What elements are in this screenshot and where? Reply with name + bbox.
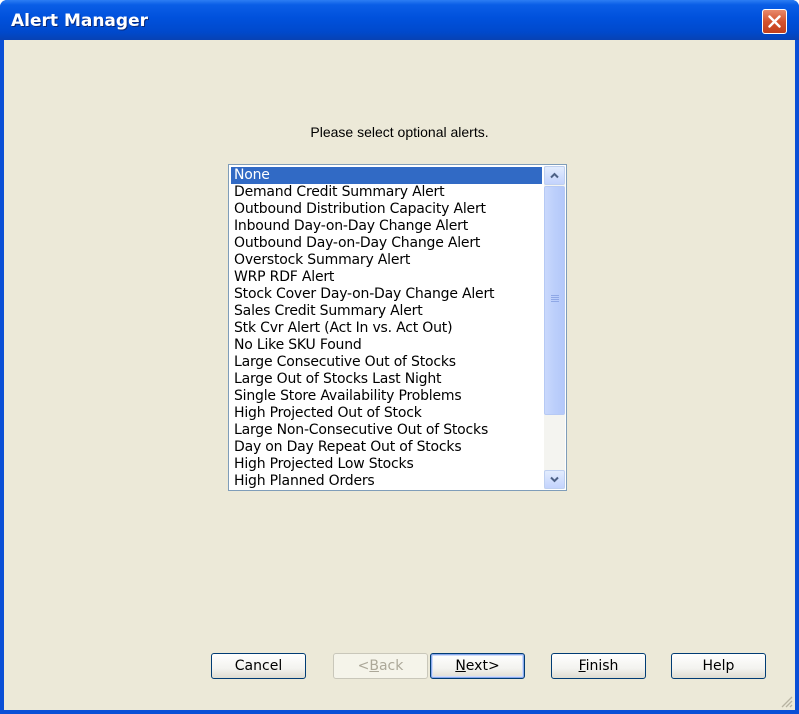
list-item[interactable]: No Like SKU Found <box>231 337 542 354</box>
next-mnemonic: N <box>455 658 466 674</box>
list-item[interactable]: High Projected Out of Stock <box>231 405 542 422</box>
list-item[interactable]: Large Out of Stocks Last Night <box>231 371 542 388</box>
title-bar[interactable]: Alert Manager <box>0 0 799 40</box>
alert-manager-window: Alert Manager Please select optional ale… <box>0 0 799 714</box>
prompt-text: Please select optional alerts. <box>310 124 489 140</box>
list-item[interactable]: None <box>231 167 542 184</box>
close-icon <box>768 15 781 28</box>
back-prefix: < <box>357 658 370 674</box>
alerts-listbox[interactable]: None Demand Credit Summary Alert Outbound … <box>228 164 567 491</box>
back-suffix: ack <box>378 658 404 674</box>
list-item[interactable]: Outbound Distribution Capacity Alert <box>231 201 542 218</box>
list-item[interactable]: Stock Cover Day-on-Day Change Alert <box>231 286 542 303</box>
arrow-up-icon <box>550 172 559 179</box>
close-button[interactable] <box>762 9 787 34</box>
scroll-thumb[interactable] <box>544 186 565 415</box>
finish-button[interactable]: Finish <box>551 653 646 679</box>
list-item[interactable]: Large Non-Consecutive Out of Stocks <box>231 422 542 439</box>
list-item[interactable]: Day on Day Repeat Out of Stocks <box>231 439 542 456</box>
vertical-scrollbar[interactable] <box>544 166 565 489</box>
list-item[interactable]: Overstock Summary Alert <box>231 252 542 269</box>
list-item[interactable]: Outbound Day-on-Day Change Alert <box>231 235 542 252</box>
list-item[interactable]: Inbound Day-on-Day Change Alert <box>231 218 542 235</box>
list-item[interactable]: Single Store Availability Problems <box>231 388 542 405</box>
cancel-button[interactable]: Cancel <box>211 653 306 679</box>
list-item[interactable]: Large Consecutive Out of Stocks <box>231 354 542 371</box>
back-button[interactable]: <Back <box>333 653 428 679</box>
list-item[interactable]: Stk Cvr Alert (Act In vs. Act Out) <box>231 320 542 337</box>
back-mnemonic: B <box>369 658 379 674</box>
next-suffix: ext> <box>465 658 500 674</box>
alerts-list: None Demand Credit Summary Alert Outbound … <box>231 167 542 490</box>
list-item[interactable]: High Projected Low Stocks <box>231 456 542 473</box>
resize-grip-icon[interactable] <box>780 695 793 708</box>
dialog-body: Please select optional alerts. None Deman… <box>4 40 795 710</box>
next-button[interactable]: Next> <box>430 653 525 679</box>
help-button-label: Help <box>702 658 735 674</box>
window-title: Alert Manager <box>11 11 148 31</box>
scroll-down-button[interactable] <box>544 470 565 489</box>
cancel-button-label: Cancel <box>234 658 283 674</box>
finish-suffix: inish <box>585 658 619 674</box>
arrow-down-icon <box>550 476 559 483</box>
list-item[interactable]: Sales Credit Summary Alert <box>231 303 542 320</box>
thumb-grip-icon <box>551 295 559 302</box>
finish-mnemonic: F <box>578 658 586 674</box>
list-item[interactable]: Demand Credit Summary Alert <box>231 184 542 201</box>
list-item[interactable]: High Planned Orders <box>231 473 542 490</box>
scroll-up-button[interactable] <box>544 166 565 185</box>
list-item[interactable]: WRP RDF Alert <box>231 269 542 286</box>
help-button[interactable]: Help <box>671 653 766 679</box>
